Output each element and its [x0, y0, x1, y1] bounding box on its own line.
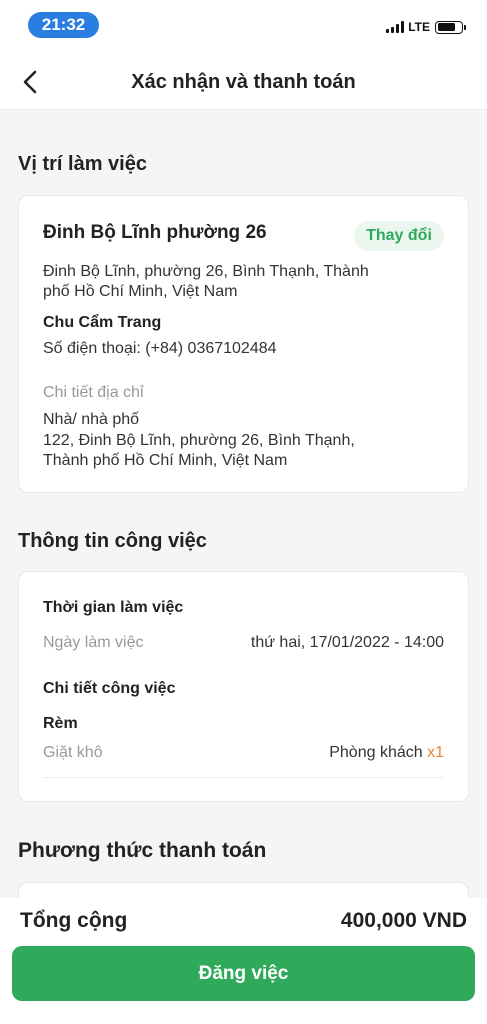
status-bar: 21:32 LTE	[0, 0, 487, 52]
job-item-quantity: x1	[427, 744, 444, 761]
contact-name: Chu Cẩm Trang	[43, 314, 162, 331]
location-name: Đinh Bộ Lĩnh phường 26	[43, 222, 267, 243]
status-time: 21:32	[28, 12, 99, 38]
house-type: Nhà/ nhà phố	[43, 411, 140, 428]
job-card: Thời gian làm việc Ngày làm việc thứ hai…	[18, 571, 469, 802]
checkout-bar: Tổng cộng 400,000 VND Đăng việc	[0, 898, 487, 1024]
network-label: LTE	[408, 20, 430, 34]
signal-icon	[386, 21, 405, 33]
total-value: 400,000 VND	[340, 909, 467, 932]
page-title: Xác nhận và thanh toán	[131, 71, 356, 93]
job-item-room: Phòng khách	[329, 744, 423, 761]
location-card: Đinh Bộ Lĩnh phường 26 Thay đổi Đinh Bộ …	[18, 195, 469, 493]
work-date-value: thứ hai, 17/01/2022 - 14:00	[250, 634, 444, 651]
work-date-label: Ngày làm việc	[43, 634, 144, 651]
work-time-heading: Thời gian làm việc	[43, 599, 184, 616]
job-item-room-row: Phòng khách x1	[329, 744, 444, 762]
job-item-category: Rèm	[43, 715, 78, 732]
total-label: Tổng cộng	[20, 909, 128, 932]
payment-section-title: Phương thức thanh toán	[18, 839, 267, 862]
change-location-button[interactable]: Thay đổi	[354, 221, 444, 251]
status-indicators: LTE	[386, 20, 466, 34]
address-detail-line-1: 122, Đinh Bộ Lĩnh, phường 26, Bình Thạnh…	[43, 432, 355, 449]
battery-icon	[435, 20, 466, 34]
address-detail-label: Chi tiết địa chỉ	[43, 384, 144, 401]
post-job-button[interactable]: Đăng việc	[12, 946, 475, 1001]
header: Xác nhận và thanh toán	[0, 52, 487, 110]
job-detail-heading: Chi tiết công việc	[43, 680, 176, 697]
job-divider	[43, 777, 444, 778]
location-section-title: Vị trí làm việc	[18, 153, 147, 175]
address-detail-line-2: Thành phố Hồ Chí Minh, Việt Nam	[43, 452, 288, 469]
job-item-service: Giặt khô	[43, 744, 103, 761]
address-line-1: Đinh Bộ Lĩnh, phường 26, Bình Thạnh, Thà…	[43, 263, 369, 280]
contact-phone: Số điện thoại: (+84) 0367102484	[43, 340, 277, 357]
job-section-title: Thông tin công việc	[18, 530, 207, 552]
address-line-2: phố Hồ Chí Minh, Việt Nam	[43, 283, 238, 300]
screen: 21:32 LTE Xác nhận và thanh toán Vị trí …	[0, 0, 487, 1024]
